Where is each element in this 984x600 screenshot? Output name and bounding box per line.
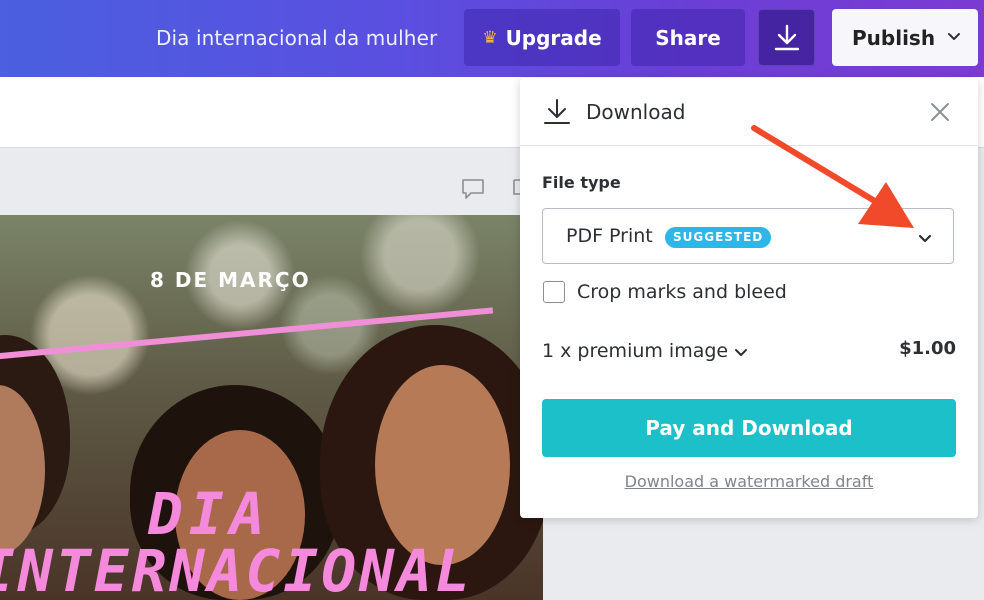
upgrade-label: Upgrade	[505, 25, 602, 50]
premium-image-toggle[interactable]: 1 x premium image	[542, 340, 728, 362]
price-value: $1.00	[899, 338, 956, 359]
file-type-label: File type	[542, 173, 621, 192]
design-date-text: 8 DE MARÇO	[150, 268, 311, 292]
pay-and-download-button[interactable]: Pay and Download	[542, 399, 956, 457]
face-shape	[375, 365, 510, 565]
close-icon[interactable]	[930, 102, 950, 122]
file-type-value: PDF Print	[566, 225, 653, 247]
upgrade-button[interactable]: ♛ Upgrade	[464, 9, 620, 66]
chevron-down-icon[interactable]	[734, 348, 748, 358]
share-button[interactable]: Share	[631, 9, 745, 66]
chevron-down-icon	[948, 33, 960, 40]
comment-icon[interactable]	[461, 178, 485, 200]
publish-label: Publish	[852, 25, 936, 50]
download-button[interactable]	[758, 9, 815, 66]
document-title[interactable]: Dia internacional da mulher	[156, 26, 437, 50]
crown-icon: ♛	[482, 27, 498, 48]
design-headline-line2: INTERNACIONAL	[0, 537, 473, 600]
top-bar: Dia internacional da mulher ♛ Upgrade Sh…	[0, 0, 984, 77]
download-icon	[774, 24, 799, 50]
crop-marks-checkbox[interactable]	[543, 281, 565, 303]
watermarked-draft-link[interactable]: Download a watermarked draft	[520, 472, 978, 491]
pay-button-label: Pay and Download	[645, 416, 853, 440]
publish-button[interactable]: Publish	[832, 9, 978, 66]
crop-marks-label[interactable]: Crop marks and bleed	[577, 281, 787, 303]
share-label: Share	[655, 25, 721, 50]
panel-title: Download	[586, 100, 686, 124]
download-icon	[544, 99, 570, 124]
annotation-arrow-icon	[751, 125, 914, 228]
design-canvas[interactable]: 8 DE MARÇO DIA INTERNACIONAL	[0, 215, 543, 600]
